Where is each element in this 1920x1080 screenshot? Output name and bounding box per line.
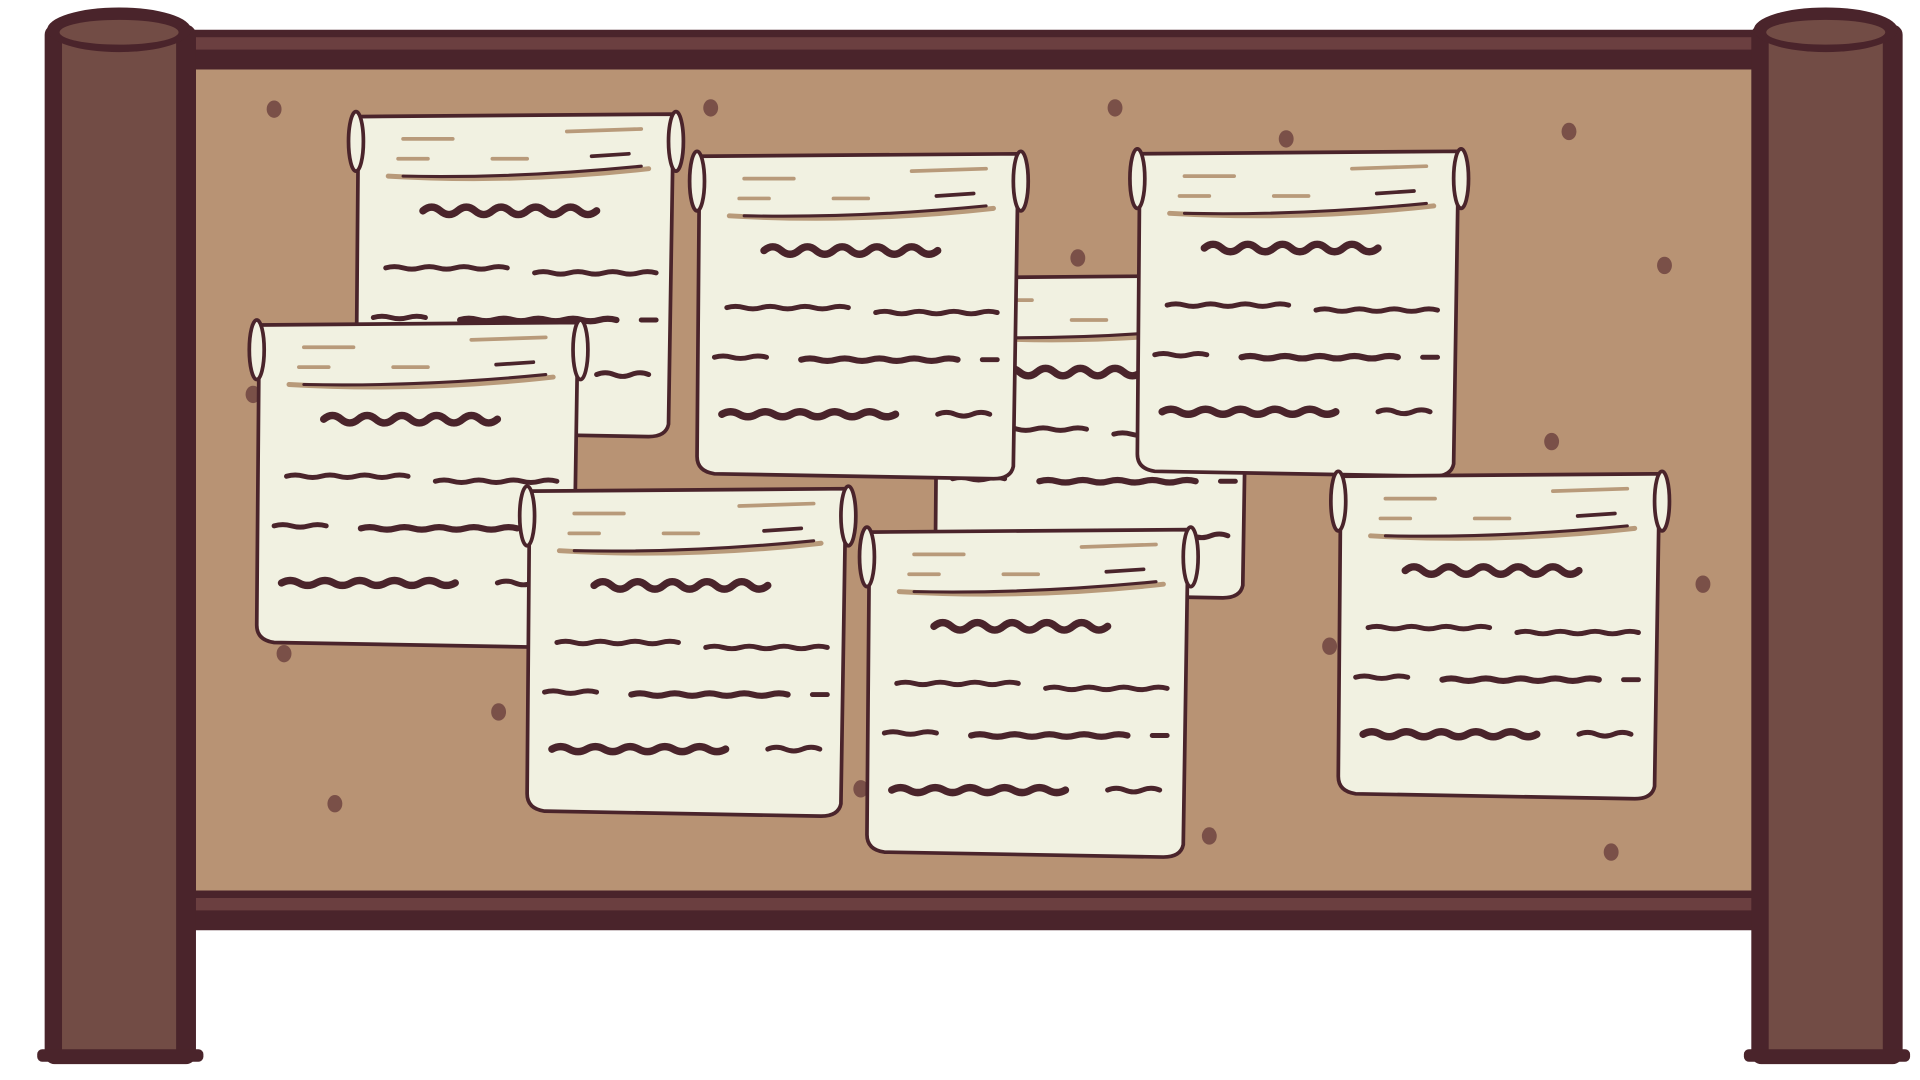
notice-board-illustration <box>37 7 1911 1065</box>
scroll-roll-left <box>1328 469 1348 533</box>
cork-dot <box>327 795 343 813</box>
notice-6 <box>517 484 858 818</box>
cork-dot <box>1561 122 1577 141</box>
header-dash <box>1104 567 1146 574</box>
body-scribble <box>1238 352 1401 362</box>
body-scribble <box>711 353 769 361</box>
bottom-rail-highlight <box>186 897 1768 911</box>
scroll-roll-left <box>857 525 877 589</box>
notice-3 <box>687 149 1031 481</box>
notice-7 <box>1328 469 1672 801</box>
notice-8 <box>857 525 1200 859</box>
body-scribble <box>968 731 1131 740</box>
notice-paper <box>865 527 1191 859</box>
scroll-roll-left <box>1128 146 1147 211</box>
body-scribble <box>1152 351 1210 359</box>
notice-board-scene <box>0 0 1920 1080</box>
header-dash <box>494 360 536 367</box>
header-dash <box>909 166 988 174</box>
scroll-roll-right <box>571 318 590 382</box>
body-scribble <box>271 522 329 530</box>
scroll-roll-left <box>517 484 537 548</box>
board-root <box>37 7 1911 1065</box>
right-post-body <box>1768 37 1883 1055</box>
body-scribble <box>724 303 851 312</box>
body-scribble <box>457 315 620 325</box>
cork-dot <box>703 99 719 117</box>
header-dash <box>1350 164 1429 171</box>
body-scribble <box>383 264 510 272</box>
body-scribble <box>554 638 681 647</box>
left-post-cap <box>59 19 179 45</box>
body-scribble <box>873 308 1000 317</box>
top-rail-highlight <box>186 37 1768 50</box>
notice-4 <box>1128 146 1471 479</box>
body-scribble <box>370 313 428 322</box>
cork-dot <box>1657 256 1672 275</box>
body-scribble <box>1353 673 1411 681</box>
body-scribble <box>1514 628 1641 637</box>
notice-paper <box>695 151 1021 481</box>
scroll-roll-right <box>1181 525 1200 589</box>
body-scribble <box>357 524 521 533</box>
header-dash <box>1551 486 1630 494</box>
scroll-roll-left <box>247 318 267 382</box>
right-post-base <box>1743 1049 1911 1062</box>
scroll-roll-right <box>1451 146 1471 211</box>
right-post <box>1743 7 1911 1065</box>
notice-paper <box>1135 149 1461 479</box>
body-scribble <box>532 269 659 277</box>
cork-dot <box>276 644 292 663</box>
body-scribble <box>1439 675 1602 685</box>
header-dash <box>1575 511 1617 518</box>
cork-dot <box>1278 130 1294 148</box>
body-scribble <box>1365 623 1493 632</box>
header-dash <box>589 151 631 159</box>
header-dash <box>762 526 804 533</box>
right-post-cap <box>1766 19 1886 45</box>
scroll-roll-left <box>687 149 707 213</box>
header-dash <box>737 501 816 508</box>
body-scribble <box>284 472 411 480</box>
scroll-roll-right <box>666 109 686 174</box>
cork-dot <box>491 703 507 721</box>
cork-dot <box>266 100 282 118</box>
scroll-roll-right <box>839 484 858 548</box>
body-scribble <box>542 688 600 696</box>
cork-dot <box>1695 575 1711 593</box>
header-dash <box>1374 189 1416 196</box>
scroll-roll-right <box>1652 469 1672 533</box>
cork-dot <box>1107 99 1123 117</box>
header-dash <box>564 127 644 134</box>
body-scribble <box>1043 684 1170 693</box>
body-scribble <box>798 355 961 365</box>
body-scribble <box>1036 476 1199 486</box>
board-structure <box>37 7 1911 1065</box>
cork-dot <box>1201 827 1217 845</box>
left-post-base <box>37 1049 204 1062</box>
body-scribble <box>894 679 1021 688</box>
left-post <box>37 7 204 1065</box>
header-dash <box>469 335 548 342</box>
body-scribble <box>432 477 560 485</box>
body-scribble <box>1313 306 1440 314</box>
scroll-roll-right <box>1011 149 1031 213</box>
body-scribble <box>703 643 830 652</box>
cork-dot <box>1603 843 1619 861</box>
notice-paper <box>1336 471 1662 801</box>
body-scribble <box>881 729 939 737</box>
cork-dot <box>1070 249 1086 267</box>
left-post-body <box>62 37 177 1055</box>
cork-dot <box>1544 432 1560 451</box>
header-dash <box>1079 542 1158 549</box>
cork-dot <box>1322 637 1338 655</box>
body-scribble <box>1164 301 1292 309</box>
notice-paper <box>525 486 848 818</box>
header-dash <box>934 191 976 198</box>
body-scribble <box>628 690 791 699</box>
scroll-roll-left <box>346 109 366 174</box>
